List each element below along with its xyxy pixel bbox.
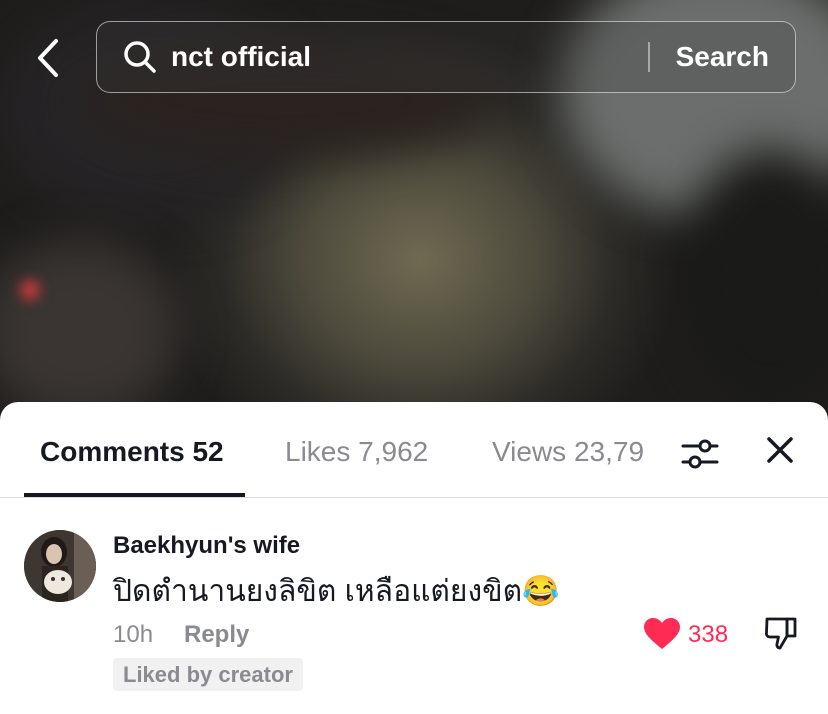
close-icon bbox=[767, 437, 793, 463]
comment-text: ปิดตำนานยงลิขิต เหลือแต่ยงขิต😂 bbox=[113, 575, 560, 608]
dislike-button[interactable] bbox=[763, 615, 799, 651]
liked-by-creator-badge: Liked by creator bbox=[113, 658, 303, 691]
comment-timestamp: 10h bbox=[113, 621, 154, 648]
comments-sheet: Comments 52 Likes 7,962 Views 23,79 Baek… bbox=[0, 402, 828, 714]
search-bar[interactable]: nct official Search bbox=[96, 21, 796, 93]
heart-icon bbox=[644, 618, 680, 649]
filter-button[interactable] bbox=[680, 434, 720, 474]
search-icon bbox=[123, 40, 157, 74]
video-lower-left bbox=[0, 240, 180, 420]
avatar-image bbox=[24, 530, 96, 602]
sliders-icon bbox=[681, 439, 719, 469]
tab-bar: Comments 52 Likes 7,962 Views 23,79 bbox=[0, 402, 828, 498]
reply-button[interactable]: Reply bbox=[184, 621, 249, 649]
thumbs-down-icon bbox=[765, 617, 797, 650]
close-button[interactable] bbox=[762, 432, 798, 468]
like-count: 338 bbox=[688, 621, 729, 648]
chevron-left-icon bbox=[38, 39, 58, 77]
search-input[interactable]: nct official bbox=[171, 41, 648, 73]
comment-username[interactable]: Baekhyun's wife bbox=[113, 532, 300, 560]
tab-likes[interactable]: Likes 7,962 bbox=[285, 436, 428, 468]
back-button[interactable] bbox=[28, 36, 68, 80]
search-button[interactable]: Search bbox=[650, 41, 795, 73]
video-red-light bbox=[20, 280, 40, 300]
avatar[interactable] bbox=[24, 530, 96, 602]
active-tab-indicator bbox=[24, 493, 245, 497]
screen: nct official Search Comments 52 Likes 7,… bbox=[0, 0, 828, 714]
tab-views[interactable]: Views 23,79 bbox=[492, 436, 655, 468]
like-button[interactable] bbox=[643, 617, 681, 651]
tab-comments[interactable]: Comments 52 bbox=[40, 436, 224, 468]
